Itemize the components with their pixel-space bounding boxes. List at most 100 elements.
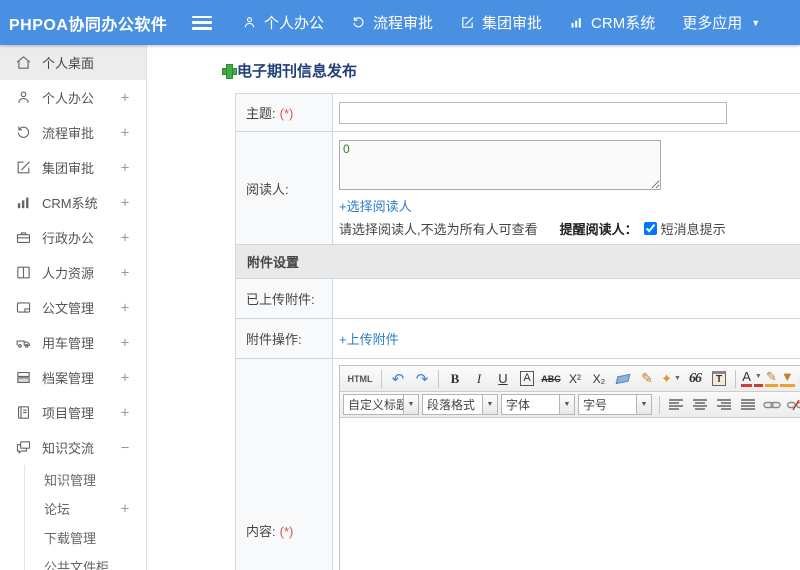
sidebar-item-personal-office[interactable]: 个人办公 + (0, 80, 146, 115)
remind-readers-label: 提醒阅读人： (559, 222, 638, 237)
font-family-select[interactable]: 字体 ▼ (501, 394, 575, 415)
subscript-button[interactable]: X₂ (588, 368, 610, 389)
font-border-button[interactable]: A (516, 368, 538, 389)
align-center-button[interactable] (689, 394, 711, 415)
chart-icon (569, 15, 584, 30)
sidebar-item-knowledge-management[interactable]: 知识管理 (0, 465, 146, 494)
underline-button[interactable]: U (492, 368, 514, 389)
nav-item-crm[interactable]: CRM系统 (569, 12, 655, 33)
nav-item-workflow-approval[interactable]: 流程审批 (351, 12, 433, 33)
menu-toggle-icon[interactable] (192, 15, 212, 30)
expand-toggle[interactable]: + (118, 194, 132, 211)
sidebar: 个人桌面 个人办公 + 流程审批 + 集团审批 + CRM系统 + 行政办公 +… (0, 45, 147, 570)
expand-toggle[interactable]: + (118, 334, 132, 351)
format-brush-button[interactable]: ✎ (636, 368, 658, 389)
sidebar-item-personal-desktop[interactable]: 个人桌面 (0, 45, 146, 80)
rich-text-editor: HTML ↶ ↷ B I U A ABC X² X₂ ✎ ✦ ▼ 66 T A … (339, 365, 800, 570)
collapse-toggle[interactable]: − (118, 439, 132, 456)
blockquote-button[interactable]: 66 (684, 368, 706, 389)
expand-toggle[interactable]: + (118, 229, 132, 246)
nav-item-group-approval[interactable]: 集团审批 (460, 12, 542, 33)
align-right-button[interactable] (713, 394, 735, 415)
eraser-icon (615, 373, 631, 384)
sidebar-item-forum[interactable]: 论坛 + (0, 494, 146, 523)
sidebar-item-knowledge-exchange[interactable]: 知识交流 − (0, 430, 146, 465)
editor-toolbar-row2: 自定义标题 ▼ 段落格式 ▼ 字体 ▼ 字号 ▼ (340, 392, 800, 418)
align-justify-button[interactable] (737, 394, 759, 415)
expand-toggle[interactable]: + (118, 404, 132, 421)
upload-attachment-link[interactable]: +上传附件 (339, 332, 399, 347)
align-right-icon (717, 399, 731, 410)
expand-toggle[interactable]: + (118, 369, 132, 386)
attachment-operation-label: 附件操作: (235, 318, 333, 359)
expand-toggle[interactable]: + (118, 299, 132, 316)
main-content: 电子期刊信息发布 主题: (*) 阅读人: 0 +选择阅读人 请选择阅读人,不选为… (148, 45, 800, 570)
sidebar-item-archive-management[interactable]: 档案管理 + (0, 360, 146, 395)
strikethrough-button[interactable]: ABC (540, 368, 562, 389)
highlight-color-button[interactable]: ✎ ▼ (765, 368, 795, 389)
sidebar-item-workflow-approval[interactable]: 流程审批 + (0, 115, 146, 150)
expand-toggle[interactable]: + (118, 264, 132, 281)
history-icon (351, 15, 366, 30)
sidebar-item-official-documents[interactable]: 公文管理 + (0, 290, 146, 325)
chevron-down-icon: ▼ (779, 370, 795, 387)
top-navigation: 个人办公 流程审批 集团审批 CRM系统 更多应用 ▼ (242, 12, 760, 33)
unlink-button[interactable] (785, 394, 800, 415)
expand-toggle[interactable]: + (118, 500, 132, 517)
edit-icon (15, 159, 32, 176)
project-icon (15, 404, 32, 421)
app-logo: PHPOA协同办公软件 (9, 16, 168, 34)
align-justify-icon (741, 399, 755, 410)
superscript-button[interactable]: X² (564, 368, 586, 389)
redo-button[interactable]: ↷ (411, 368, 433, 389)
sidebar-item-project-management[interactable]: 项目管理 + (0, 395, 146, 430)
chevron-down-icon: ▼ (673, 375, 681, 382)
paste-plain-button[interactable]: T (708, 368, 730, 389)
font-color-button[interactable]: A ▼ (741, 368, 763, 389)
italic-button[interactable]: I (468, 368, 490, 389)
readers-textarea[interactable]: 0 (339, 140, 661, 190)
chevron-down-icon: ▼ (636, 395, 651, 414)
font-size-select[interactable]: 字号 ▼ (578, 394, 652, 415)
document-icon (15, 299, 32, 316)
insert-link-button[interactable] (761, 394, 783, 415)
readers-hint: 请选择阅读人,不选为所有人可查看 (339, 222, 538, 237)
uploaded-attachments-value (332, 278, 800, 319)
required-mark: (*) (279, 523, 294, 539)
sidebar-item-administration[interactable]: 行政办公 + (0, 220, 146, 255)
sidebar-item-download-management[interactable]: 下载管理 (0, 523, 146, 552)
edit-icon (460, 15, 475, 30)
add-plus-icon (222, 63, 237, 79)
html-source-button[interactable]: HTML (344, 368, 376, 389)
sidebar-item-public-file-cabinet[interactable]: 公共文件柜 (0, 552, 146, 570)
select-readers-link[interactable]: +选择阅读人 (339, 199, 412, 214)
user-icon (242, 15, 257, 30)
nav-item-more-apps[interactable]: 更多应用 ▼ (682, 12, 760, 33)
bold-button[interactable]: B (444, 368, 466, 389)
auto-typeset-button[interactable]: ✦ ▼ (660, 368, 682, 389)
page-title: 电子期刊信息发布 (222, 58, 800, 82)
undo-button[interactable]: ↶ (387, 368, 409, 389)
required-mark: (*) (279, 106, 294, 121)
sidebar-item-vehicle-management[interactable]: 用车管理 + (0, 325, 146, 360)
chat-icon (15, 439, 32, 456)
top-header: PHPOA协同办公软件 个人办公 流程审批 集团审批 CRM系统 更多应用 ▼ (0, 0, 800, 45)
sidebar-item-crm[interactable]: CRM系统 + (0, 185, 146, 220)
link-icon (763, 401, 781, 408)
sidebar-item-human-resources[interactable]: 人力资源 + (0, 255, 146, 290)
expand-toggle[interactable]: + (118, 124, 132, 141)
align-left-button[interactable] (665, 394, 687, 415)
sms-notify-checkbox[interactable] (643, 222, 657, 235)
editor-content-area[interactable] (340, 418, 800, 570)
chart-icon (15, 194, 32, 211)
custom-title-select[interactable]: 自定义标题 ▼ (343, 394, 419, 415)
expand-toggle[interactable]: + (118, 89, 132, 106)
subject-input[interactable] (339, 101, 727, 124)
briefcase-icon (15, 229, 32, 246)
remove-format-button[interactable] (612, 368, 634, 389)
car-icon (15, 334, 32, 351)
expand-toggle[interactable]: + (118, 159, 132, 176)
sidebar-item-group-approval[interactable]: 集团审批 + (0, 150, 146, 185)
paragraph-format-select[interactable]: 段落格式 ▼ (422, 394, 498, 415)
nav-item-personal-office[interactable]: 个人办公 (242, 12, 324, 33)
